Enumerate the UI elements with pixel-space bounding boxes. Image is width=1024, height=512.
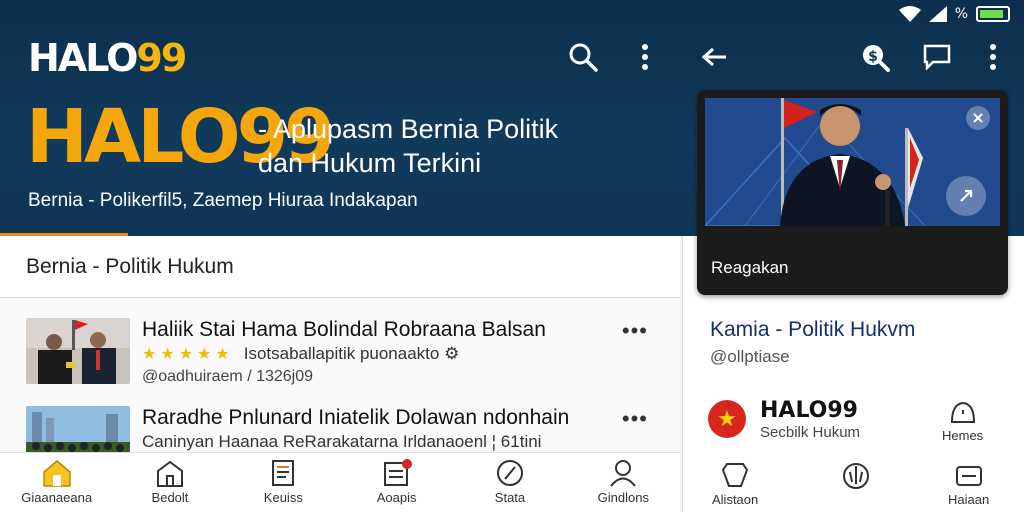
hero-tagline-line1: - Aplupasm Bernia Politik [258, 114, 559, 144]
nav-item-gindlons[interactable]: Gindlons [567, 453, 680, 512]
nav-item-aoapis[interactable]: Aoapis [340, 453, 453, 512]
more-vertical-icon[interactable] [628, 40, 662, 74]
battery-icon [976, 6, 1010, 22]
back-arrow-icon[interactable] [698, 40, 732, 74]
video-player-card[interactable]: Reagakan [697, 90, 1008, 295]
side-item-label: Alistaon [712, 492, 759, 507]
side-item-label: Hemes [942, 428, 984, 443]
close-icon[interactable] [966, 106, 990, 130]
nav-label: Giaanaeana [21, 490, 93, 505]
chat-icon[interactable] [920, 40, 954, 74]
card-icon [955, 466, 982, 486]
side-item-hemes[interactable]: Hemes [942, 400, 983, 443]
video-frame[interactable] [705, 98, 1000, 226]
nav-label: Aoapis [376, 490, 417, 505]
channel-name: HALO99 [760, 398, 858, 423]
news-title[interactable]: Raradhe Pnlunard Iniatelik Dolawan ndonh… [142, 406, 569, 430]
hero-sub-tagline: Bernia - Polikerfil5, Zaemep Hiuraa Inda… [28, 190, 418, 211]
news-item[interactable]: Haliik Stai Hama Bolindal Robraana Balsa… [26, 318, 666, 390]
news-meta: Caninyan Haanaa ReRarakatarna Irldanaoen… [142, 432, 542, 451]
status-bar: % [898, 6, 1010, 22]
flag-avatar-icon: ★ [708, 400, 746, 438]
building-icon [156, 460, 183, 487]
more-horizontal-icon[interactable]: ••• [622, 406, 648, 432]
side-item-alistaon[interactable]: Alistaon [712, 462, 758, 507]
grid-icon [383, 459, 412, 486]
app-logo-number: 99 [136, 36, 187, 80]
side-panel-subtitle: @ollptiase [710, 347, 790, 366]
news-meta: ★★★★★ Isotsaballapitik puonaakto ⚙ [142, 344, 459, 364]
battery-percent-label: % [954, 6, 968, 22]
stats-icon [496, 460, 523, 486]
home-icon [42, 460, 71, 487]
side-item-scale[interactable] [840, 462, 872, 494]
scale-icon [843, 463, 869, 489]
video-caption: Reagakan [711, 258, 789, 277]
nav-label: Bedolt [151, 490, 189, 505]
alert-icon [950, 401, 975, 423]
wifi-icon [898, 6, 921, 22]
hero-tagline: - Aplupasm Bernia Politik dan Hukum Terk… [258, 112, 558, 180]
news-thumbnail [26, 318, 130, 384]
person-icon [610, 460, 637, 487]
news-title[interactable]: Haliik Stai Hama Bolindal Robraana Balsa… [142, 318, 546, 342]
tag-icon [722, 463, 749, 487]
side-item-haiaan[interactable]: Haiaan [948, 464, 989, 507]
app-logo[interactable]: HALO99 [28, 36, 187, 80]
nav-item-keuiss[interactable]: Keuiss [227, 453, 340, 512]
battery-level-fill [980, 10, 1004, 18]
rating-stars: ★★★★★ [142, 346, 234, 363]
document-icon [272, 460, 295, 486]
nav-item-bedolt[interactable]: Bedolt [113, 453, 226, 512]
hero-logo-text: HALO [26, 94, 241, 180]
more-horizontal-icon[interactable]: ••• [622, 318, 648, 344]
signal-icon [928, 6, 947, 22]
pip-icon[interactable] [946, 176, 986, 216]
hero-tagline-line2: dan Hukum Terkini [258, 148, 482, 178]
svg-text:$: $ [868, 49, 878, 65]
search-money-icon[interactable]: $ [858, 40, 892, 74]
nav-label: Keuiss [263, 490, 303, 505]
nav-label: Gindlons [597, 490, 649, 505]
search-icon[interactable] [566, 40, 600, 74]
news-source: Isotsaballapitik puonaakto ⚙ [243, 344, 460, 363]
section-title: Bernia - Politik Hukum [0, 236, 680, 298]
app-logo-text: HALO [28, 36, 138, 80]
more-vertical-icon[interactable] [976, 40, 1010, 74]
side-panel-title[interactable]: Kamia - Politik Hukvm [710, 318, 915, 342]
nav-item-stata[interactable]: Stata [453, 453, 566, 512]
channel-category: Secbilk Hukum [760, 424, 861, 441]
news-date: @oadhuiraem / 1326j09 [142, 368, 314, 385]
side-item-label: Haiaan [948, 492, 990, 507]
nav-label: Stata [494, 490, 526, 505]
bottom-navigation: Giaanaeana Bedolt Keuiss Aoapis Stata Gi… [0, 452, 680, 512]
nav-item-home[interactable]: Giaanaeana [0, 453, 113, 512]
